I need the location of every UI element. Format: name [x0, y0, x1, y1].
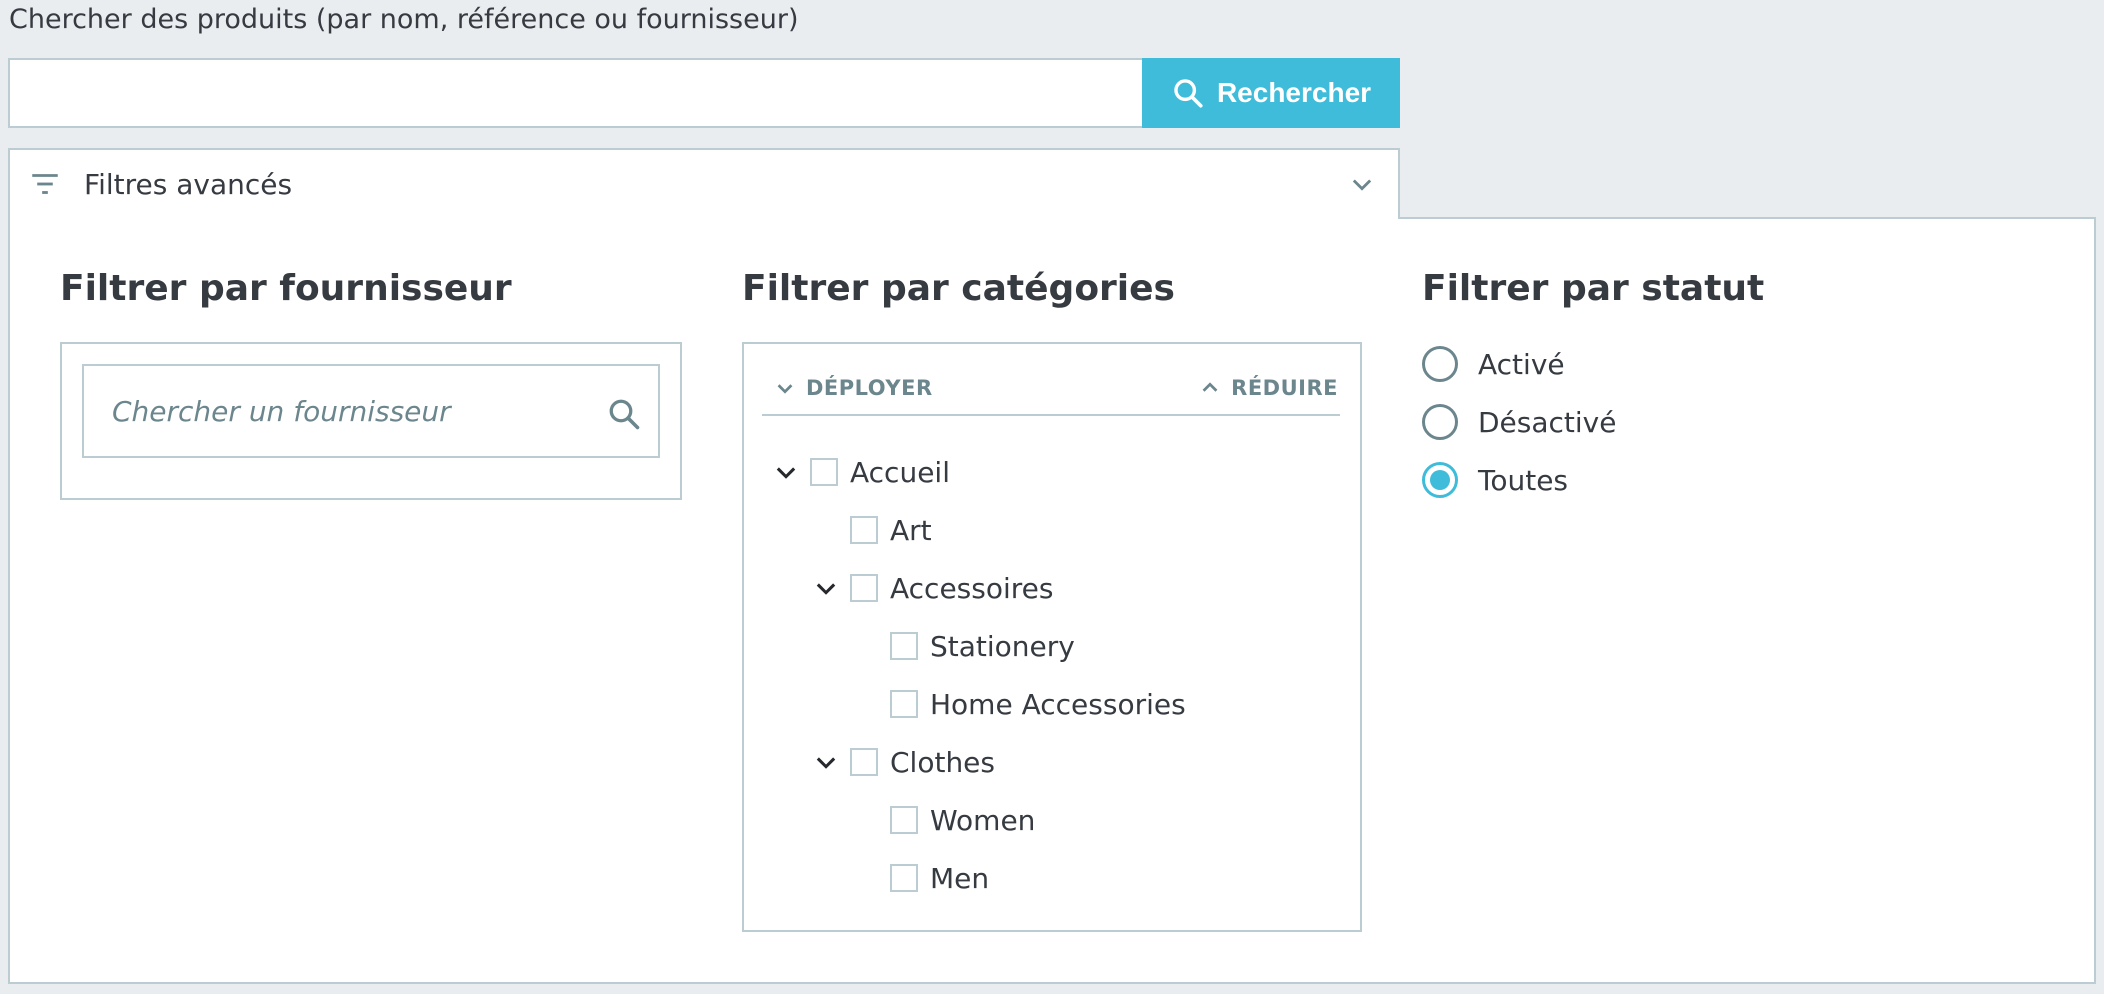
- category-checkbox[interactable]: [810, 458, 838, 486]
- category-checkbox[interactable]: [890, 806, 918, 834]
- search-icon: [1174, 79, 1203, 108]
- filter-list-icon: [32, 174, 58, 194]
- tree-item-stationery: Stationery: [852, 626, 1075, 666]
- tree-item-home-accessories: Home Accessories: [852, 684, 1186, 724]
- tree-item-clothes: Clothes: [812, 742, 995, 782]
- tree-item-label: Home Accessories: [930, 687, 1186, 721]
- tree-item-label: Stationery: [930, 629, 1075, 663]
- collapse-all-button[interactable]: RÉDUIRE: [1199, 368, 1338, 408]
- catalog-search-page: Chercher des produits (par nom, référenc…: [0, 0, 2104, 994]
- tree-item-label: Women: [930, 803, 1036, 837]
- category-checkbox[interactable]: [890, 632, 918, 660]
- expand-all-button[interactable]: DÉPLOYER: [774, 368, 933, 408]
- tree-actions: DÉPLOYER RÉDUIRE: [762, 368, 1340, 416]
- search-button-label: Rechercher: [1216, 77, 1372, 108]
- chevron-down-icon[interactable]: [772, 458, 800, 486]
- radio-button[interactable]: [1422, 346, 1458, 382]
- supplier-search-input[interactable]: [84, 366, 658, 456]
- search-button[interactable]: Rechercher: [1142, 58, 1400, 128]
- status-filter-title: Filtrer par statut: [1422, 268, 1765, 309]
- radio-label: Toutes: [1478, 463, 1569, 497]
- search-label: Chercher des produits (par nom, référenc…: [9, 4, 799, 35]
- status-option-all[interactable]: Toutes: [1422, 460, 1568, 500]
- panel-divider: [1398, 217, 2096, 219]
- category-checkbox[interactable]: [890, 690, 918, 718]
- supplier-filter-title: Filtrer par fournisseur: [60, 268, 512, 309]
- advanced-filters-label: Filtres avancés: [84, 167, 293, 201]
- status-option-active[interactable]: Activé: [1422, 344, 1565, 384]
- tree-item-label: Accueil: [850, 455, 950, 489]
- expand-all-label: DÉPLOYER: [806, 376, 933, 400]
- radio-label: Activé: [1478, 347, 1565, 381]
- search-input[interactable]: [8, 58, 1143, 128]
- category-checkbox[interactable]: [890, 864, 918, 892]
- chevron-up-icon: [1202, 382, 1218, 392]
- tree-item-women: Women: [852, 800, 1035, 840]
- chevron-down-icon: [1352, 179, 1372, 191]
- tree-item-art: Art: [812, 510, 932, 550]
- status-option-inactive[interactable]: Désactivé: [1422, 402, 1616, 442]
- tree-item-label: Art: [890, 513, 932, 547]
- chevron-down-icon: [777, 384, 793, 394]
- category-checkbox[interactable]: [850, 516, 878, 544]
- collapse-all-label: RÉDUIRE: [1231, 376, 1338, 400]
- tree-item-label: Men: [930, 861, 990, 895]
- search-icon[interactable]: [606, 396, 642, 432]
- radio-label: Désactivé: [1478, 405, 1617, 439]
- radio-dot: [1430, 470, 1450, 490]
- category-checkbox[interactable]: [850, 748, 878, 776]
- tree-item-accueil: Accueil: [772, 452, 950, 492]
- tree-item-men: Men: [852, 858, 989, 898]
- tree-item-label: Clothes: [890, 745, 995, 779]
- advanced-filters-toggle[interactable]: Filtres avancés: [8, 148, 1400, 218]
- chevron-down-icon[interactable]: [812, 748, 840, 776]
- tree-item-accessoires: Accessoires: [812, 568, 1053, 608]
- radio-button-selected[interactable]: [1422, 462, 1458, 498]
- chevron-down-icon[interactable]: [812, 574, 840, 602]
- supplier-search-field[interactable]: [82, 364, 660, 458]
- radio-button[interactable]: [1422, 404, 1458, 440]
- tree-item-label: Accessoires: [890, 571, 1054, 605]
- categories-filter-title: Filtrer par catégories: [742, 268, 1175, 309]
- category-checkbox[interactable]: [850, 574, 878, 602]
